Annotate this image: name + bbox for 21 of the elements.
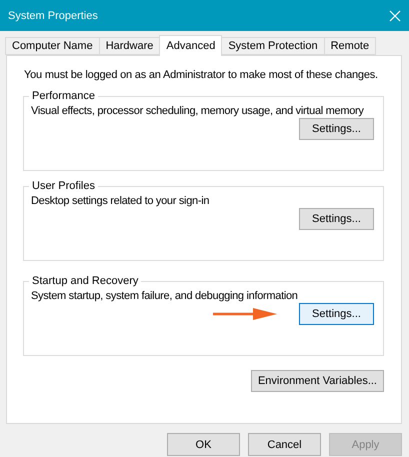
tab[interactable]: System Protection bbox=[221, 37, 325, 55]
settings-button[interactable]: Settings... bbox=[299, 303, 374, 325]
group-title: Startup and Recovery bbox=[31, 275, 140, 287]
close-icon[interactable] bbox=[389, 10, 401, 22]
group-description: System startup, system failure, and debugging information bbox=[31, 289, 298, 303]
notice-text: You must be logged on as an Administrator to make most of these changes. bbox=[24, 68, 378, 82]
arrow-icon bbox=[213, 307, 277, 321]
group-description: Visual effects, processor scheduling, memory usage, and virtual memory bbox=[31, 104, 364, 118]
tab[interactable]: Remote bbox=[324, 37, 376, 55]
group-description: Desktop settings related to your sign-in bbox=[31, 194, 210, 208]
environment-variables-button[interactable]: Environment Variables... bbox=[250, 370, 384, 392]
tab[interactable]: Hardware bbox=[98, 37, 160, 55]
settings-button[interactable]: Settings... bbox=[299, 118, 374, 140]
window-title: System Properties bbox=[8, 10, 98, 22]
tab[interactable]: Advanced bbox=[159, 35, 222, 56]
dialog-button[interactable]: Cancel bbox=[248, 433, 321, 456]
group-title: User Profiles bbox=[31, 180, 96, 192]
group-title: Performance bbox=[31, 90, 96, 102]
tab[interactable]: Computer Name bbox=[5, 37, 100, 55]
dialog-button[interactable]: OK bbox=[167, 433, 240, 456]
settings-button[interactable]: Settings... bbox=[299, 208, 374, 230]
